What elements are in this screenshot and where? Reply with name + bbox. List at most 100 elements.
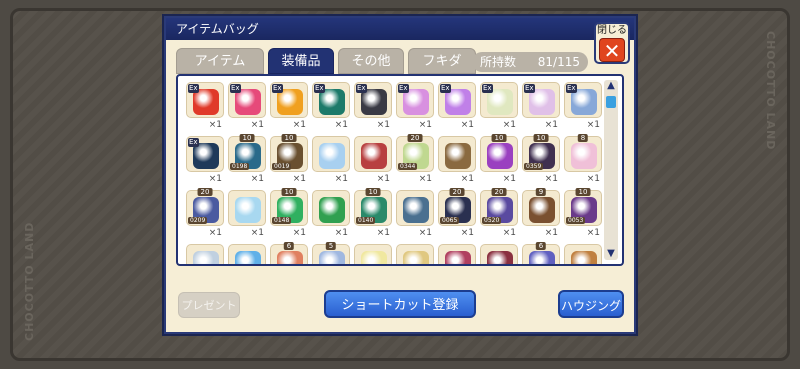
item-quantity: ×1 xyxy=(544,228,558,238)
item-slot[interactable]: Ex ×1 xyxy=(186,136,224,186)
item-slot[interactable]: Ex ×1 xyxy=(312,82,350,132)
item-slot[interactable] xyxy=(228,244,266,264)
item-quantity: ×1 xyxy=(418,120,432,130)
item-slot-frame xyxy=(354,244,392,264)
item-slot[interactable]: ×1 xyxy=(438,136,476,186)
item-slot[interactable]: ×1 xyxy=(228,190,266,240)
item-quantity: ×1 xyxy=(376,120,390,130)
tab-equipment[interactable]: 装備品 xyxy=(268,48,334,74)
close-button[interactable]: 閉じる ✕ xyxy=(594,22,630,64)
frost-item-icon xyxy=(193,251,219,264)
level-badge: 10 xyxy=(491,134,507,142)
item-slot-frame xyxy=(396,190,434,226)
item-slot[interactable] xyxy=(186,244,224,264)
housing-button[interactable]: ハウジング xyxy=(558,290,624,318)
item-slot-frame xyxy=(480,244,518,264)
ex-badge: Ex xyxy=(314,84,325,93)
item-slot[interactable]: 10 0198 ×1 xyxy=(228,134,266,186)
item-slot-frame xyxy=(312,136,350,172)
serial-number: 0140 xyxy=(356,217,376,224)
item-slot[interactable]: 9 ×1 xyxy=(522,188,560,240)
item-quantity: ×1 xyxy=(502,174,516,184)
item-quantity: ×1 xyxy=(292,174,306,184)
serial-number: 0053 xyxy=(566,217,586,224)
steel-sword-icon xyxy=(403,197,429,223)
item-slot-frame xyxy=(228,190,266,226)
item-slot-frame: 10 0198 xyxy=(228,134,266,172)
item-slot[interactable] xyxy=(396,244,434,264)
item-slot[interactable] xyxy=(564,244,602,264)
item-quantity: ×1 xyxy=(376,228,390,238)
item-slot[interactable]: Ex ×1 xyxy=(354,82,392,132)
category-tabs: アイテム 装備品 その他 フキダシ xyxy=(176,48,476,95)
item-quantity: ×1 xyxy=(334,174,348,184)
item-slot[interactable] xyxy=(354,244,392,264)
item-quantity: ×1 xyxy=(418,174,432,184)
item-slot[interactable] xyxy=(438,244,476,264)
item-slot[interactable]: 20 0520 ×1 xyxy=(480,188,518,240)
item-slot[interactable] xyxy=(480,244,518,264)
yellow-item-icon xyxy=(361,251,387,264)
item-quantity: ×1 xyxy=(502,228,516,238)
item-slot[interactable]: Ex ×1 xyxy=(270,82,308,132)
item-quantity: ×1 xyxy=(292,120,306,130)
item-slot[interactable]: Ex ×1 xyxy=(186,82,224,132)
ice-crystal-icon xyxy=(319,143,345,169)
item-slot[interactable]: ×1 xyxy=(312,190,350,240)
item-slot[interactable]: ×1 xyxy=(354,136,392,186)
wooden-staff-icon xyxy=(529,197,555,223)
item-slot[interactable]: Ex ×1 xyxy=(480,82,518,132)
shortcut-register-button[interactable]: ショートカット登録 xyxy=(324,290,476,318)
item-quantity: ×1 xyxy=(502,120,516,130)
pale-blue-item-icon xyxy=(319,251,345,264)
item-slot[interactable]: Ex ×1 xyxy=(564,82,602,132)
item-slot[interactable]: 10 0359 ×1 xyxy=(522,134,560,186)
scroll-down-icon[interactable]: ▼ xyxy=(604,248,618,260)
ex-badge: Ex xyxy=(482,84,493,93)
item-slot[interactable]: 20 0344 ×1 xyxy=(396,134,434,186)
ex-badge: Ex xyxy=(230,84,241,93)
serial-number: 0359 xyxy=(524,163,544,170)
scrollbar[interactable]: ▲ ▼ xyxy=(604,80,618,260)
item-slot[interactable]: 10 0140 ×1 xyxy=(354,188,392,240)
item-slot[interactable]: 6 xyxy=(522,242,560,264)
scroll-up-icon[interactable]: ▲ xyxy=(604,80,618,92)
item-slot[interactable]: ×1 xyxy=(312,136,350,186)
item-slot-frame: Ex xyxy=(354,82,392,118)
item-slot[interactable]: Ex ×1 xyxy=(396,82,434,132)
scroll-thumb[interactable] xyxy=(606,96,616,108)
serial-number: 0148 xyxy=(272,217,292,224)
item-slot[interactable]: 20 0209 ×1 xyxy=(186,188,224,240)
item-slot-frame: 6 xyxy=(522,242,560,264)
watermark-right: CHOCOTTO LAND xyxy=(764,31,777,151)
item-slot[interactable]: ×1 xyxy=(396,190,434,240)
tab-other[interactable]: その他 xyxy=(338,48,404,74)
item-quantity: ×1 xyxy=(334,120,348,130)
tab-items[interactable]: アイテム xyxy=(176,48,264,74)
item-slot[interactable]: 10 0053 ×1 xyxy=(564,188,602,240)
indigo-item-icon xyxy=(529,251,555,264)
present-button[interactable]: プレゼント xyxy=(178,292,240,318)
item-slot[interactable]: 5 xyxy=(312,242,350,264)
pink-boots-icon xyxy=(571,143,597,169)
item-slot-frame xyxy=(396,244,434,264)
ex-badge: Ex xyxy=(356,84,367,93)
serial-number: 0198 xyxy=(230,163,250,170)
item-quantity: ×1 xyxy=(292,228,306,238)
item-slot[interactable]: Ex ×1 xyxy=(438,82,476,132)
item-slot[interactable]: Ex ×1 xyxy=(522,82,560,132)
item-slot[interactable]: 10 0019 ×1 xyxy=(270,134,308,186)
brown-bow-icon xyxy=(445,143,471,169)
item-slot[interactable]: 8 ×1 xyxy=(564,134,602,186)
item-slot[interactable]: 10 0148 ×1 xyxy=(270,188,308,240)
item-slot-frame: 9 xyxy=(522,188,560,226)
item-slot[interactable]: 20 0065 ×1 xyxy=(438,188,476,240)
item-slot-frame: 5 xyxy=(312,242,350,264)
item-slot[interactable]: 10 ×1 xyxy=(480,134,518,186)
item-quantity: ×1 xyxy=(250,174,264,184)
tab-speech-bubbles[interactable]: フキダシ xyxy=(408,48,476,95)
ex-badge: Ex xyxy=(272,84,283,93)
item-slot[interactable]: 6 xyxy=(270,242,308,264)
item-slot-frame: 20 0209 xyxy=(186,188,224,226)
item-slot[interactable]: Ex ×1 xyxy=(228,82,266,132)
